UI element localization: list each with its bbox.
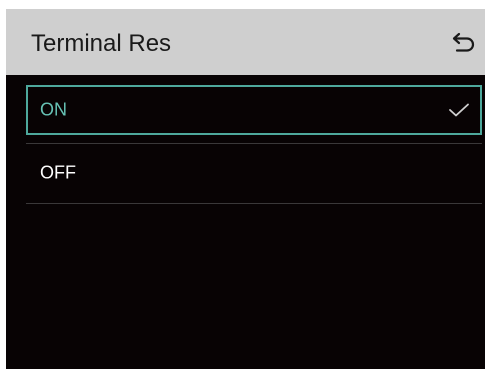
option-label-on: ON	[40, 99, 67, 120]
divider	[26, 143, 482, 144]
back-button[interactable]	[449, 27, 479, 57]
option-on[interactable]: ON	[26, 85, 482, 135]
page-title: Terminal Res	[31, 30, 172, 57]
option-label-off: OFF	[40, 162, 76, 183]
terminal-res-screen: Terminal Res ON OFF	[6, 9, 485, 369]
divider	[26, 203, 482, 204]
header-bar: Terminal Res	[6, 9, 485, 75]
checkmark-icon	[449, 103, 469, 117]
return-arrow-icon	[452, 32, 475, 52]
option-off[interactable]: OFF	[26, 148, 482, 198]
